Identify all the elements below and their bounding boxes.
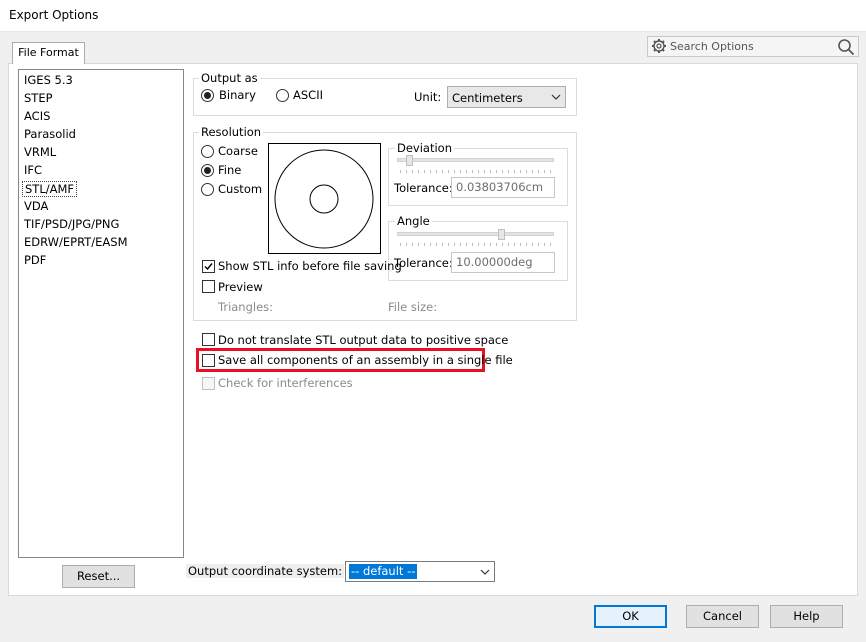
binary-radio[interactable] — [201, 89, 214, 102]
show-stl-info-checkbox[interactable] — [202, 260, 215, 273]
file-size-label: File size: — [388, 300, 438, 314]
coarse-label: Coarse — [218, 144, 258, 158]
coarse-radio[interactable] — [201, 145, 214, 158]
unit-value: Centimeters — [452, 91, 523, 105]
deviation-slider-thumb[interactable] — [406, 155, 413, 166]
angle-slider-thumb[interactable] — [498, 229, 505, 240]
resolution-label: Resolution — [199, 125, 264, 139]
deviation-label: Deviation — [395, 141, 455, 155]
tab-file-format[interactable]: File Format — [12, 42, 85, 64]
reset-button[interactable]: Reset... — [62, 565, 135, 588]
unit-label: Unit: — [414, 90, 442, 104]
chevron-down-icon — [480, 569, 490, 575]
save-all-components-checkbox[interactable] — [202, 354, 215, 367]
preview-label: Preview — [218, 280, 263, 294]
list-item-ifc[interactable]: IFC — [24, 163, 42, 177]
no-translate-checkbox[interactable] — [202, 333, 215, 346]
check-interferences-checkbox[interactable] — [202, 377, 215, 390]
gear-icon[interactable] — [651, 38, 667, 54]
fine-radio[interactable] — [201, 164, 214, 177]
list-item-parasolid[interactable]: Parasolid — [24, 127, 76, 141]
coord-system-dropdown[interactable]: -- default -- — [345, 561, 495, 582]
list-item-iges[interactable]: IGES 5.3 — [24, 73, 73, 87]
deviation-slider[interactable] — [397, 158, 554, 162]
angle-tolerance-label: Tolerance: — [394, 256, 453, 270]
list-item-edrw[interactable]: EDRW/EPRT/EASM — [24, 235, 128, 249]
binary-label: Binary — [219, 88, 256, 102]
resolution-preview-image — [268, 143, 381, 254]
list-item-vda[interactable]: VDA — [24, 199, 48, 213]
list-item-acis[interactable]: ACIS — [24, 109, 50, 123]
search-icon[interactable] — [837, 38, 855, 56]
check-interferences-label: Check for interferences — [218, 376, 353, 390]
deviation-tolerance-field[interactable]: 0.03803706cm — [451, 177, 555, 198]
angle-ticks — [400, 243, 552, 246]
list-item-pdf[interactable]: PDF — [24, 253, 46, 267]
search-options-box[interactable]: Search Options — [647, 36, 859, 57]
chevron-down-icon — [551, 94, 561, 100]
help-button[interactable]: Help — [770, 605, 843, 628]
coord-system-value: -- default -- — [349, 564, 418, 579]
save-all-components-label: Save all components of an assembly in a … — [218, 353, 513, 367]
title-bar — [0, 0, 866, 32]
custom-radio[interactable] — [201, 183, 214, 196]
cancel-button[interactable]: Cancel — [686, 605, 759, 628]
angle-label: Angle — [395, 214, 432, 228]
ascii-label: ASCII — [293, 88, 323, 102]
triangles-label: Triangles: — [218, 300, 274, 314]
list-item-vrml[interactable]: VRML — [24, 145, 56, 159]
ok-button[interactable]: OK — [594, 605, 667, 628]
coord-system-label: Output coordinate system: — [186, 564, 345, 578]
list-item-stl-amf[interactable]: STL/AMF — [22, 181, 78, 197]
search-placeholder: Search Options — [670, 40, 754, 53]
output-as-label: Output as — [199, 71, 260, 85]
deviation-ticks — [400, 170, 552, 173]
show-stl-info-label: Show STL info before file saving — [218, 259, 402, 273]
angle-slider[interactable] — [397, 232, 554, 236]
file-format-list[interactable]: IGES 5.3 STEP ACIS Parasolid VRML IFC ST… — [18, 69, 184, 558]
list-item-images[interactable]: TIF/PSD/JPG/PNG — [24, 217, 119, 231]
fine-label: Fine — [218, 163, 242, 177]
window-title: Export Options — [9, 8, 99, 22]
no-translate-label: Do not translate STL output data to posi… — [218, 333, 509, 347]
checkmark-icon — [204, 263, 213, 271]
custom-label: Custom — [218, 182, 263, 196]
list-item-step[interactable]: STEP — [24, 91, 53, 105]
preview-checkbox[interactable] — [202, 280, 215, 293]
unit-dropdown[interactable]: Centimeters — [447, 86, 566, 108]
deviation-tolerance-label: Tolerance: — [394, 181, 453, 195]
angle-tolerance-field[interactable]: 10.00000deg — [451, 252, 555, 273]
ascii-radio[interactable] — [276, 89, 289, 102]
